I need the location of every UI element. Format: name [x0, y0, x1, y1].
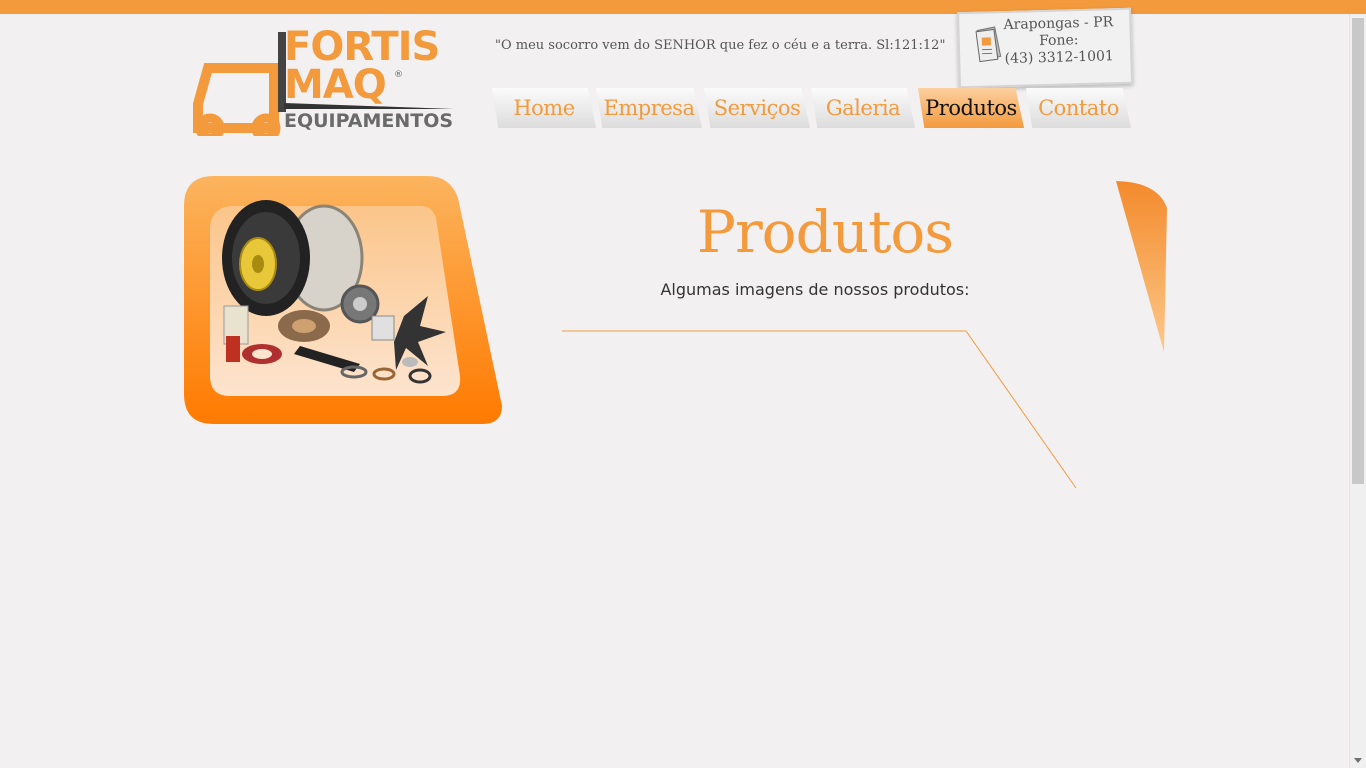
header-quote: "O meu socorro vem do SENHOR que fez o c… — [495, 38, 946, 53]
page-title: Produtos — [696, 198, 954, 266]
document-icon — [975, 26, 1002, 63]
contact-city: Arapongas - PR — [1003, 14, 1114, 34]
logo-maq-text: MAQ — [284, 62, 387, 108]
nav-produtos[interactable]: Produtos — [918, 88, 1024, 128]
nav-empresa[interactable]: Empresa — [596, 88, 702, 128]
contact-fone-label: Fone: — [1038, 32, 1079, 50]
scroll-down-icon[interactable] — [1354, 758, 1362, 763]
site-logo[interactable]: FORTIS MAQ ® EQUIPAMENTOS — [188, 24, 458, 136]
nav-servicos[interactable]: Serviços — [704, 88, 810, 128]
page-scrollbar[interactable] — [1349, 14, 1366, 768]
page-subtitle: Algumas imagens de nossos produtos: — [660, 280, 970, 299]
products-image — [184, 176, 502, 424]
contact-phone: (43) 3312-1001 — [1004, 48, 1115, 68]
top-accent-bar — [0, 0, 1366, 14]
scrollbar-thumb[interactable] — [1352, 18, 1364, 484]
contact-card: Arapongas - PR Fone: (43) 3312-1001 — [957, 7, 1133, 89]
forklift-icon — [193, 32, 286, 136]
nav-contato[interactable]: Contato — [1026, 88, 1131, 128]
nav-galeria[interactable]: Galeria — [811, 88, 915, 128]
nav-home[interactable]: Home — [492, 88, 596, 128]
logo-equipamentos-text: EQUIPAMENTOS — [284, 110, 454, 132]
logo-registered-mark: ® — [394, 70, 403, 80]
decorative-line — [562, 330, 1077, 489]
decorative-flag — [1116, 181, 1167, 352]
